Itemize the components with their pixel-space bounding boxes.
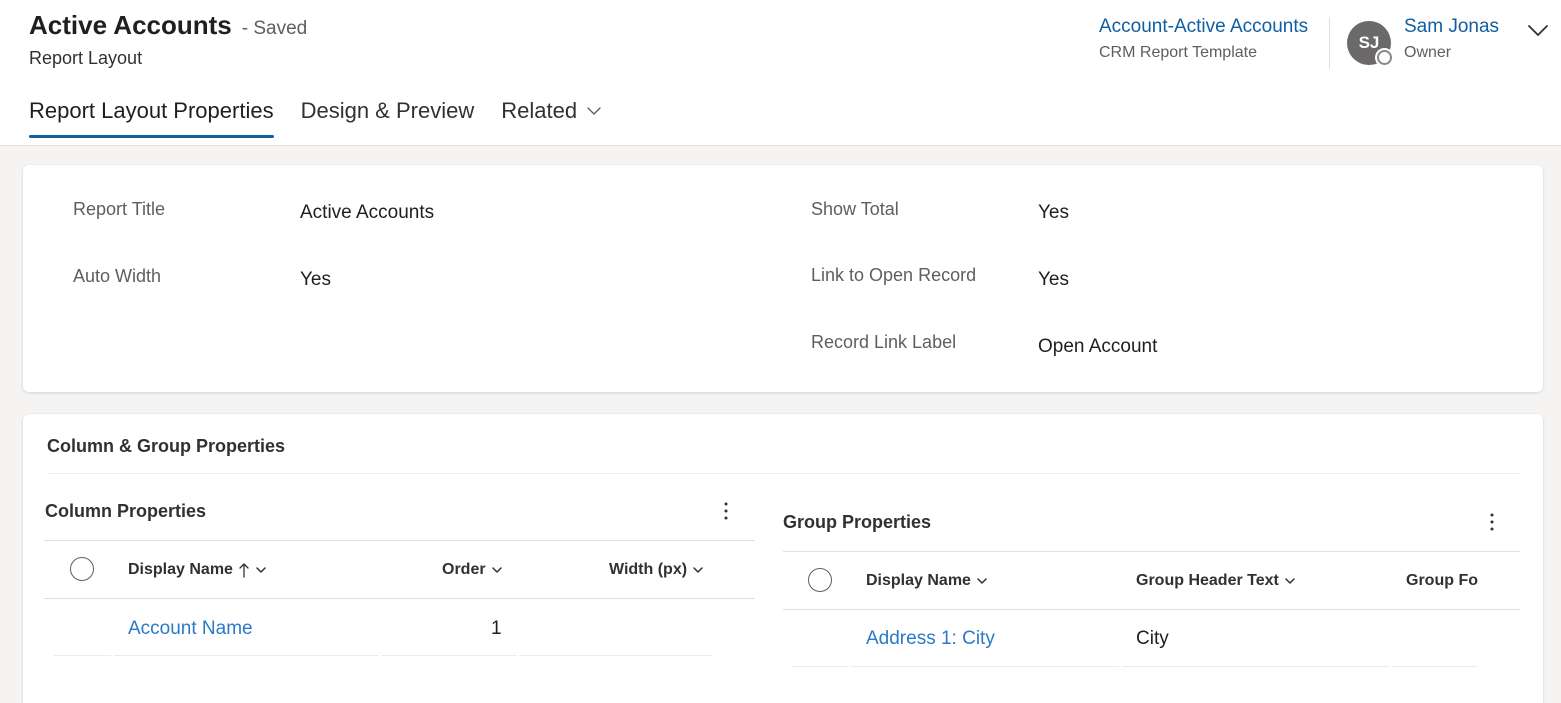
more-options-icon[interactable] bbox=[721, 500, 731, 522]
column-properties-title: Column Properties bbox=[45, 501, 207, 521]
owner-link[interactable]: Sam Jonas bbox=[1404, 16, 1499, 38]
row-divider bbox=[1122, 666, 1389, 667]
chevron-down-icon bbox=[1285, 578, 1295, 584]
template-field: Account-Active Accounts CRM Report Templ… bbox=[1099, 16, 1308, 62]
owner-field: Sam Jonas Owner bbox=[1404, 16, 1499, 62]
column-header-group-header-text[interactable]: Group Header Text bbox=[1136, 572, 1296, 590]
more-options-icon[interactable] bbox=[1487, 511, 1497, 533]
select-all-radio[interactable] bbox=[70, 557, 94, 581]
entity-name: Report Layout bbox=[29, 48, 143, 68]
template-link[interactable]: Account-Active Accounts bbox=[1099, 16, 1308, 38]
tab-label: Related bbox=[501, 98, 578, 123]
record-link-label-label: Record Link Label bbox=[811, 332, 957, 352]
save-status: - Saved bbox=[241, 18, 308, 39]
chevron-down-icon bbox=[491, 567, 502, 573]
record-header: Active Accounts - Saved Report Layout Ac… bbox=[0, 0, 1561, 146]
account-name-link[interactable]: Account Name bbox=[128, 618, 253, 640]
tab-label: Report Layout Properties bbox=[29, 98, 274, 123]
select-all-radio[interactable] bbox=[808, 568, 832, 592]
report-properties-card: Report Title Active Accounts Auto Width … bbox=[23, 165, 1543, 392]
auto-width-label: Auto Width bbox=[73, 266, 162, 286]
link-open-record-label: Link to Open Record bbox=[811, 265, 977, 285]
tab-related[interactable]: Related bbox=[501, 98, 602, 138]
group-properties-title: Group Properties bbox=[783, 512, 932, 532]
chevron-down-icon bbox=[977, 578, 987, 584]
column-group-card: Column & Group Properties Column Propert… bbox=[23, 414, 1543, 703]
row-divider bbox=[792, 666, 849, 667]
grid-header-divider bbox=[783, 609, 1520, 610]
column-header-label: Group Fo bbox=[1406, 572, 1478, 589]
column-header-order[interactable]: Order bbox=[442, 561, 503, 579]
column-header-label: Group Header Text bbox=[1136, 572, 1279, 589]
tab-design-preview[interactable]: Design & Preview bbox=[301, 98, 475, 138]
page-title: Active Accounts bbox=[29, 10, 232, 40]
column-header-display-name[interactable]: Display Name bbox=[866, 572, 988, 590]
header-divider bbox=[1329, 17, 1330, 69]
column-header-width[interactable]: Width (px) bbox=[609, 561, 704, 579]
owner-role-label: Owner bbox=[1404, 44, 1452, 61]
auto-width-value[interactable]: Yes bbox=[300, 269, 331, 291]
tab-report-layout-properties[interactable]: Report Layout Properties bbox=[29, 98, 274, 138]
tab-list: Report Layout Properties Design & Previe… bbox=[29, 98, 629, 138]
link-open-record-value[interactable]: Yes bbox=[1038, 269, 1069, 291]
template-type-label: CRM Report Template bbox=[1099, 44, 1257, 61]
column-header-label: Display Name bbox=[128, 561, 233, 578]
sort-ascending-icon bbox=[239, 563, 249, 578]
chevron-down-icon bbox=[256, 567, 266, 573]
column-header-display-name[interactable]: Display Name bbox=[128, 561, 267, 579]
grid-divider bbox=[44, 540, 755, 541]
chevron-down-icon bbox=[693, 567, 703, 573]
show-total-label: Show Total bbox=[811, 199, 899, 219]
column-header-group-footer[interactable]: Group Fo bbox=[1406, 572, 1478, 590]
section-title: Column & Group Properties bbox=[47, 436, 286, 456]
column-header-label: Display Name bbox=[866, 572, 971, 589]
column-header-label: Width (px) bbox=[609, 561, 688, 578]
grid-divider bbox=[783, 551, 1520, 552]
chevron-down-icon[interactable] bbox=[1526, 18, 1550, 42]
group-header-text-cell: City bbox=[1136, 628, 1169, 649]
show-total-value[interactable]: Yes bbox=[1038, 202, 1069, 224]
column-header-label: Order bbox=[442, 561, 486, 578]
order-cell: 1 bbox=[491, 618, 502, 639]
row-divider bbox=[1392, 666, 1477, 667]
grid-header-divider bbox=[44, 598, 755, 599]
row-divider bbox=[852, 666, 1119, 667]
city-link[interactable]: Address 1: City bbox=[866, 628, 995, 650]
column-header-clip: Group Fo bbox=[1406, 569, 1478, 593]
presence-icon bbox=[1377, 50, 1392, 65]
report-title-value[interactable]: Active Accounts bbox=[300, 202, 434, 224]
tab-label: Design & Preview bbox=[300, 98, 475, 123]
row-divider bbox=[54, 655, 111, 656]
report-title-label: Report Title bbox=[73, 199, 166, 219]
row-divider bbox=[382, 655, 516, 656]
row-divider bbox=[114, 655, 379, 656]
title-row: Active Accounts - Saved bbox=[29, 10, 307, 41]
record-link-label-value[interactable]: Open Account bbox=[1038, 336, 1157, 358]
section-divider bbox=[47, 473, 1520, 474]
row-divider bbox=[519, 655, 712, 656]
chevron-down-icon bbox=[587, 107, 601, 115]
